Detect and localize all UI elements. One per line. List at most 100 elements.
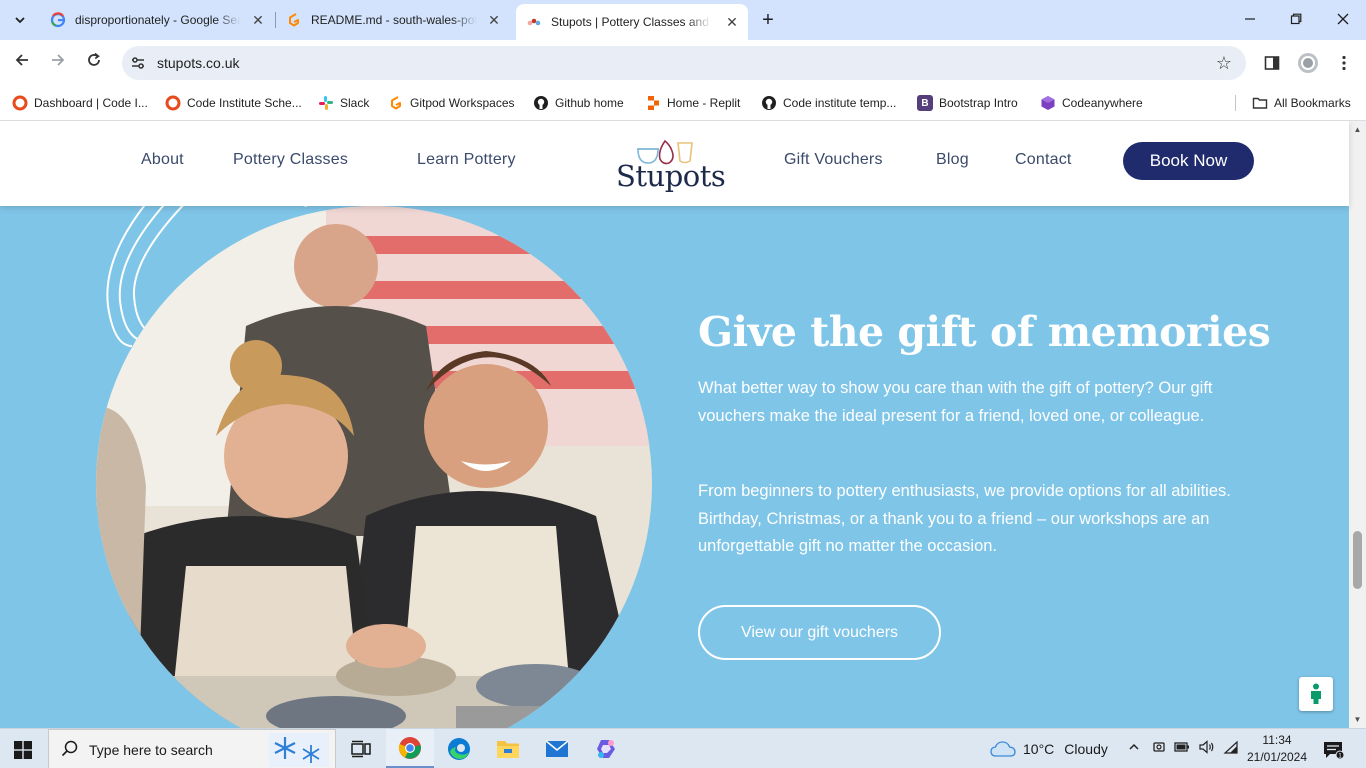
site-info-icon[interactable] xyxy=(130,55,146,71)
pottery-photo-illustration xyxy=(96,206,652,728)
system-clock[interactable]: 11:34 21/01/2024 xyxy=(1238,732,1316,766)
code-institute-icon xyxy=(165,95,181,111)
nav-about[interactable]: About xyxy=(141,151,184,169)
back-button[interactable] xyxy=(10,51,34,75)
scrollbar-thumb[interactable] xyxy=(1353,531,1362,589)
bookmark-star-icon[interactable]: ☆ xyxy=(1216,53,1232,74)
restore-button[interactable] xyxy=(1286,10,1306,30)
stupots-icon xyxy=(526,14,542,30)
hero-paragraph-2: From beginners to pottery enthusiasts, w… xyxy=(698,482,1231,555)
meet-now-icon[interactable] xyxy=(1150,740,1168,758)
nav-blog[interactable]: Blog xyxy=(936,151,969,169)
bookmarks-divider xyxy=(1235,95,1236,111)
bookmark-label: Dashboard | Code I... xyxy=(34,96,148,110)
nav-gift-vouchers[interactable]: Gift Vouchers xyxy=(784,151,883,169)
browser-menu-button[interactable] xyxy=(1333,52,1355,74)
search-icon xyxy=(61,740,78,757)
tab-title: README.md - south-wales-pottery xyxy=(311,13,477,27)
bookmark-item[interactable]: Code Institute Sche... xyxy=(165,92,302,114)
taskbar-edge[interactable] xyxy=(435,729,483,768)
avatar-icon xyxy=(1298,53,1318,73)
profile-button[interactable] xyxy=(1297,52,1319,74)
chrome-icon xyxy=(398,736,421,759)
taskbar-search-box[interactable]: Type here to search xyxy=(48,729,336,768)
kebab-menu-icon xyxy=(1342,55,1346,71)
battery-icon[interactable] xyxy=(1173,740,1191,758)
arrow-right-icon xyxy=(52,54,65,66)
tab-strip: disproportionately - Google Search ✕ REA… xyxy=(0,0,1366,40)
browser-toolbar: stupots.co.uk ☆ xyxy=(0,40,1366,86)
bookmark-item[interactable]: Code institute temp... xyxy=(761,92,896,114)
reload-button[interactable] xyxy=(82,51,106,75)
bookmark-item[interactable]: B Bootstrap Intro xyxy=(917,92,1018,114)
bookmark-item[interactable]: Github home xyxy=(533,92,624,114)
taskbar-file-explorer[interactable] xyxy=(484,729,532,768)
scroll-down-icon[interactable]: ▼ xyxy=(1349,711,1366,728)
bookmark-item[interactable]: Codeanywhere xyxy=(1040,92,1143,114)
close-tab-icon[interactable]: ✕ xyxy=(486,12,502,28)
windows-start-icon[interactable] xyxy=(14,741,32,759)
bookmark-item[interactable]: Gitpod Workspaces xyxy=(388,92,515,114)
taskbar-chrome[interactable] xyxy=(386,729,434,768)
reload-icon xyxy=(88,52,100,66)
tab-google-search[interactable]: disproportionately - Google Search ✕ xyxy=(40,0,274,40)
code-institute-icon xyxy=(12,95,28,111)
view-gift-vouchers-button[interactable]: View our gift vouchers xyxy=(698,605,941,660)
windows-taskbar: Type here to search 10°C Cloudy 11:34 21… xyxy=(0,728,1366,768)
tab-stupots[interactable]: Stupots | Pottery Classes and Workshops … xyxy=(516,4,748,40)
notification-icon[interactable]: 1 xyxy=(1322,740,1344,760)
tray-chevron-up-icon[interactable] xyxy=(1125,740,1143,758)
page-scrollbar[interactable]: ▲ ▼ xyxy=(1349,121,1366,728)
close-tab-icon[interactable]: ✕ xyxy=(724,14,740,30)
forward-button[interactable] xyxy=(46,51,70,75)
minimize-button[interactable] xyxy=(1240,10,1260,30)
bookmark-label: Gitpod Workspaces xyxy=(410,96,515,110)
bootstrap-icon: B xyxy=(917,95,933,111)
bookmark-item[interactable]: Home - Replit xyxy=(645,92,740,114)
task-view-button[interactable] xyxy=(337,729,385,768)
bookmark-label: Bootstrap Intro xyxy=(939,96,1018,110)
site-header: About Pottery Classes Learn Pottery Stup… xyxy=(0,121,1349,206)
nav-contact[interactable]: Contact xyxy=(1015,151,1072,169)
stupots-logo[interactable]: Stupots xyxy=(616,137,726,193)
tab-title: disproportionately - Google Search xyxy=(75,13,241,27)
volume-icon[interactable] xyxy=(1198,740,1216,758)
accessibility-button[interactable] xyxy=(1299,677,1333,711)
weather-widget[interactable]: 10°C Cloudy xyxy=(990,729,1108,768)
gitpod-icon xyxy=(286,12,302,28)
close-tab-icon[interactable]: ✕ xyxy=(250,12,266,28)
bookmark-item[interactable]: Dashboard | Code I... xyxy=(12,92,148,114)
address-bar[interactable]: stupots.co.uk ☆ xyxy=(122,46,1246,80)
pottery-class-photo xyxy=(96,206,652,728)
replit-icon xyxy=(645,95,661,111)
clock-time: 11:34 xyxy=(1262,733,1292,747)
taskbar-mail[interactable] xyxy=(533,729,581,768)
taskbar-copilot[interactable] xyxy=(582,729,630,768)
nav-learn-pottery[interactable]: Learn Pottery xyxy=(417,151,516,169)
restore-icon xyxy=(1290,13,1302,25)
bookmark-label: Home - Replit xyxy=(667,96,741,110)
folder-icon xyxy=(1252,95,1268,111)
minimize-icon xyxy=(1245,18,1255,20)
hero-paragraph-1: What better way to show you care than wi… xyxy=(698,379,1213,425)
github-icon xyxy=(761,95,777,111)
hero-title: Give the gift of memories xyxy=(698,308,1271,356)
tab-readme[interactable]: README.md - south-wales-pottery ✕ xyxy=(276,0,510,40)
folder-icon xyxy=(497,741,519,758)
side-panel-button[interactable] xyxy=(1261,52,1283,74)
new-tab-button[interactable]: + xyxy=(758,10,778,30)
weather-temp: 10°C xyxy=(1023,741,1055,757)
book-now-button[interactable]: Book Now xyxy=(1123,142,1254,180)
snowflake-icon xyxy=(269,733,329,767)
tab-search-button[interactable] xyxy=(8,8,32,32)
logo-wordmark: Stupots xyxy=(616,159,726,193)
close-window-button[interactable] xyxy=(1333,10,1353,30)
taskbar-search-placeholder: Type here to search xyxy=(89,742,213,758)
all-bookmarks-button[interactable]: All Bookmarks xyxy=(1252,92,1351,114)
nav-pottery-classes[interactable]: Pottery Classes xyxy=(233,151,348,169)
google-icon xyxy=(50,12,66,28)
bookmark-item[interactable]: Slack xyxy=(318,92,369,114)
scroll-up-icon[interactable]: ▲ xyxy=(1349,121,1366,138)
all-bookmarks-label: All Bookmarks xyxy=(1274,96,1351,110)
tab-title: Stupots | Pottery Classes and Workshops xyxy=(551,15,711,29)
